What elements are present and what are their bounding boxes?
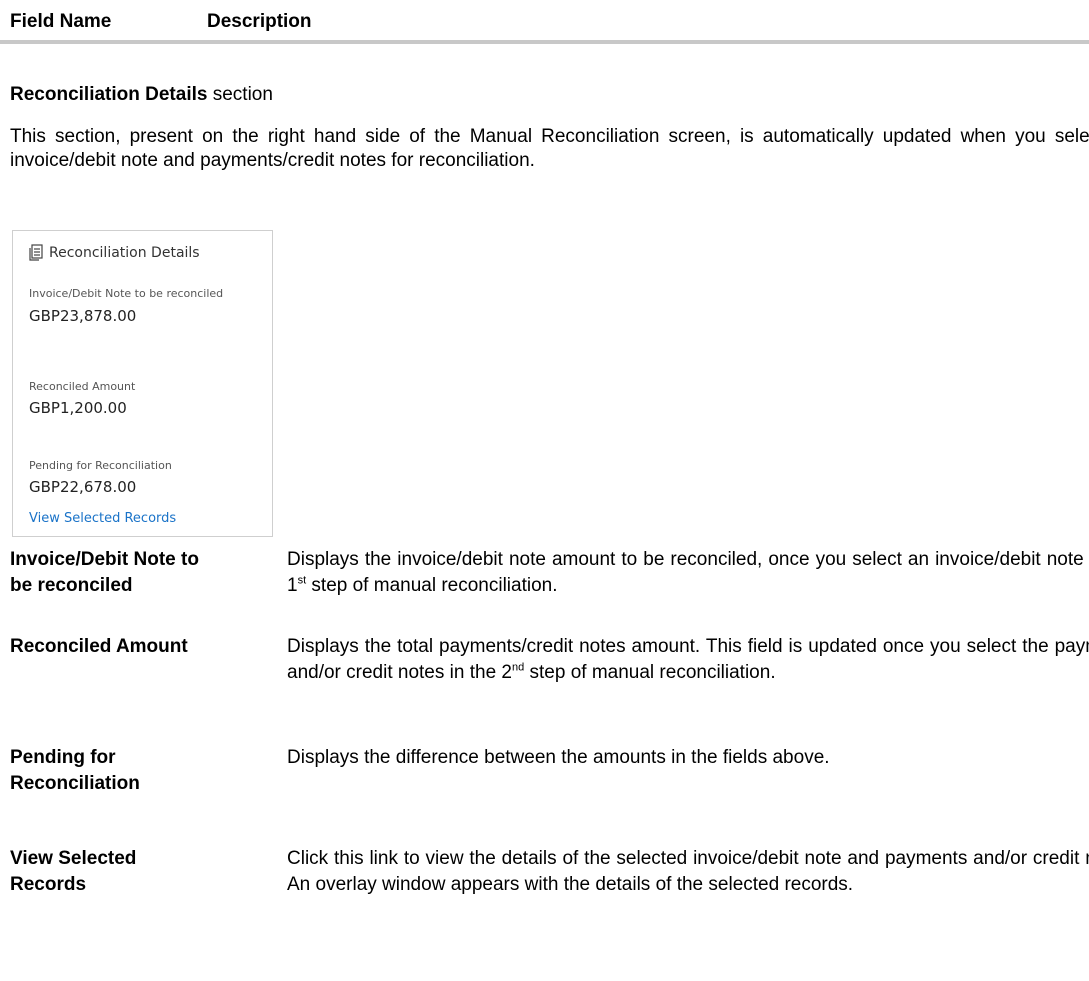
reconciled-amount: GBP1,200.00 xyxy=(29,399,127,417)
field-name-line2: Reconciliation xyxy=(10,773,140,794)
reconciliation-details-card: Reconciliation Details Invoice/Debit Not… xyxy=(12,230,273,537)
field-name-line2: Records xyxy=(10,874,87,895)
field-name: Pending for Reconciliation xyxy=(10,745,280,797)
field-name-line1: View Selected xyxy=(10,848,137,869)
field-name-line1: Invoice/Debit Note to xyxy=(10,549,199,570)
field-name-line1: Pending for xyxy=(10,747,116,768)
field-name-line2: be reconciled xyxy=(10,575,133,596)
description-header: Description xyxy=(207,11,312,32)
card-header: Reconciliation Details xyxy=(29,244,200,261)
desc-ordinal: st xyxy=(297,574,307,587)
field-name: Invoice/Debit Note to be reconciled xyxy=(10,547,280,599)
section-intro: This section, present on the right hand … xyxy=(10,126,1089,171)
card-title: Reconciliation Details xyxy=(49,244,200,261)
table-header: Field Name Description xyxy=(0,0,1089,44)
document-list-icon xyxy=(29,244,43,261)
invoice-label: Invoice/Debit Note to be reconciled xyxy=(29,287,224,300)
field-description: Click this link to view the details of t… xyxy=(287,848,1089,895)
pending-amount: GBP22,678.00 xyxy=(29,478,137,496)
desc-text-b: step of manual reconciliation. xyxy=(524,662,776,683)
field-description: Displays the difference between the amou… xyxy=(287,747,830,768)
field-name-header: Field Name xyxy=(10,11,112,32)
reconciled-label: Reconciled Amount xyxy=(29,380,136,393)
section-title-bold: Reconciliation Details xyxy=(10,84,208,105)
field-name-line1: Reconciled Amount xyxy=(10,636,188,657)
invoice-amount: GBP23,878.00 xyxy=(29,307,137,325)
field-name: Reconciled Amount xyxy=(10,634,280,660)
view-selected-records-link[interactable]: View Selected Records xyxy=(29,511,176,526)
desc-text-b: step of manual reconciliation. xyxy=(306,575,558,596)
section-title-rest: section xyxy=(207,84,273,105)
desc-ordinal: nd xyxy=(511,661,525,674)
section-title: Reconciliation Details section xyxy=(10,84,273,106)
field-name: View Selected Records xyxy=(10,846,280,898)
field-description: Displays the invoice/debit note amount t… xyxy=(287,547,1089,599)
field-description: Displays the total payments/credit notes… xyxy=(287,634,1089,686)
pending-label: Pending for Reconciliation xyxy=(29,459,172,472)
